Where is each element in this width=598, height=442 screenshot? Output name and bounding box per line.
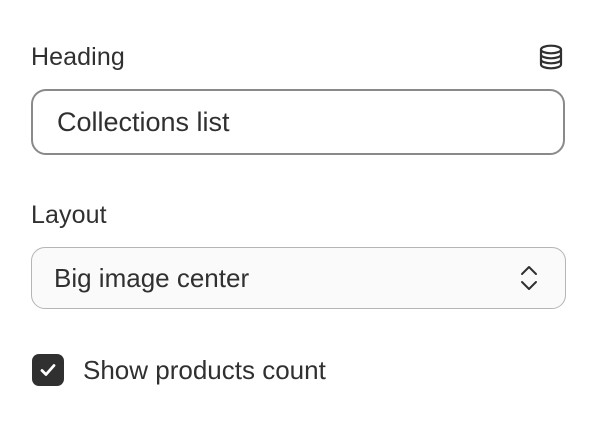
show-products-count-label: Show products count xyxy=(83,354,326,385)
layout-select[interactable]: Big image center xyxy=(31,247,566,309)
settings-panel: Heading Layout Big image center xyxy=(0,0,598,442)
heading-input[interactable] xyxy=(33,106,563,138)
heading-field[interactable] xyxy=(31,89,565,155)
show-products-count-option[interactable]: Show products count xyxy=(32,354,326,386)
show-products-count-checkbox[interactable] xyxy=(32,354,64,386)
chevron-up-down-icon xyxy=(509,258,549,298)
database-icon[interactable] xyxy=(537,43,565,71)
layout-label: Layout xyxy=(31,201,107,229)
layout-label-row: Layout xyxy=(31,200,565,230)
checkmark-icon xyxy=(40,364,56,376)
layout-select-value: Big image center xyxy=(54,262,250,293)
heading-label-row: Heading xyxy=(31,42,565,72)
heading-label: Heading xyxy=(31,43,125,71)
